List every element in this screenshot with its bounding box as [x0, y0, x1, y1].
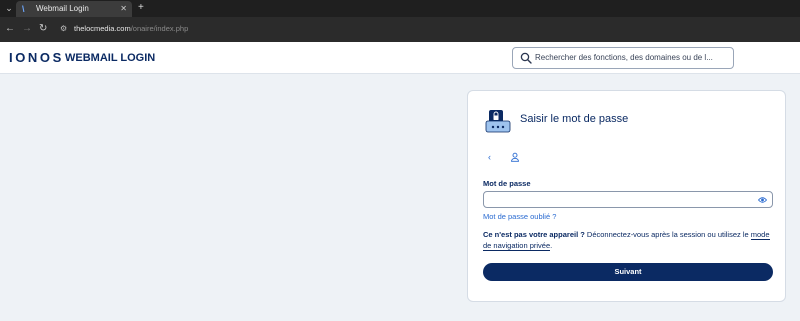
user-icon[interactable]: [510, 152, 520, 162]
lock-bag-icon: [485, 110, 511, 133]
back-arrow-icon[interactable]: ←: [5, 23, 15, 35]
url-host: thelocmedia.com: [74, 24, 131, 33]
search-placeholder: Rechercher des fonctions, des domaines o…: [535, 53, 713, 62]
hint-bold: Ce n'est pas votre appareil ?: [483, 230, 585, 239]
site-settings-icon[interactable]: ⚙: [60, 24, 67, 34]
site-header: IONOS WEBMAIL LOGIN Rechercher des fonct…: [0, 42, 800, 74]
new-tab-button[interactable]: +: [138, 2, 144, 14]
login-card: Saisir le mot de passe ‹ Mot de passe Mo…: [467, 90, 786, 302]
search-input[interactable]: Rechercher des fonctions, des domaines o…: [512, 47, 734, 69]
browser-chrome: ⌄ \ Webmail Login ✕ + ← → ↻ ⚙ thelocmedi…: [0, 0, 800, 42]
tab-list-icon[interactable]: ⌄: [3, 2, 15, 14]
ionos-favicon-icon: \: [22, 4, 25, 14]
reload-icon[interactable]: ↻: [39, 23, 47, 35]
tab-bar: ⌄ \ Webmail Login ✕ +: [0, 0, 800, 17]
next-button[interactable]: Suivant: [483, 263, 773, 281]
url-path: /onaire/index.php: [130, 24, 189, 33]
close-icon[interactable]: ✕: [120, 4, 127, 14]
hint-text: Déconnectez-vous après la session ou uti…: [584, 230, 751, 239]
url-field[interactable]: thelocmedia.com/onaire/index.php: [74, 24, 188, 34]
card-title: Saisir le mot de passe: [520, 113, 629, 125]
private-device-hint: Ce n'est pas votre appareil ? Déconnecte…: [483, 229, 775, 251]
search-icon: [520, 52, 532, 64]
eye-icon[interactable]: [758, 196, 767, 204]
browser-tab[interactable]: \ Webmail Login ✕: [16, 1, 132, 17]
hint-end: .: [550, 241, 553, 250]
forgot-password-link[interactable]: Mot de passe oublié ?: [483, 212, 556, 221]
chevron-left-icon[interactable]: ‹: [488, 152, 496, 162]
tab-title: Webmail Login: [36, 4, 89, 13]
forward-arrow-icon[interactable]: →: [22, 23, 32, 35]
password-label: Mot de passe: [483, 179, 531, 188]
ionos-logo[interactable]: IONOS: [9, 51, 64, 65]
password-field[interactable]: [483, 191, 773, 208]
product-title: WEBMAIL LOGIN: [65, 52, 156, 64]
address-bar: ← → ↻ ⚙ thelocmedia.com/onaire/index.php: [0, 17, 800, 42]
